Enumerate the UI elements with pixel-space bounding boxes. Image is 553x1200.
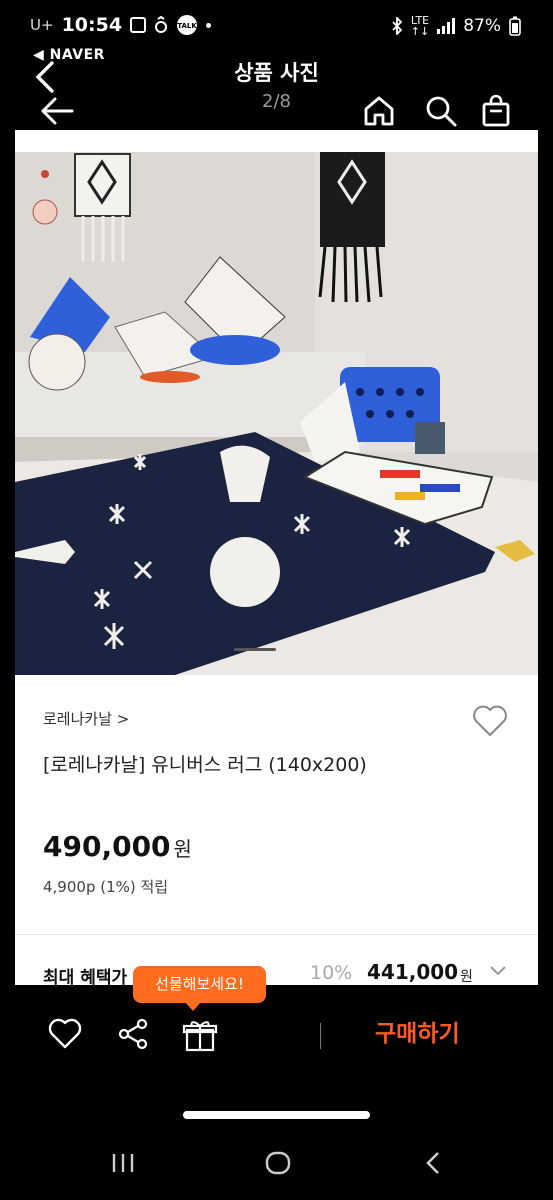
notification-icon: [130, 17, 147, 33]
price-currency: 원: [173, 837, 192, 861]
bottom-action-bar: [0, 985, 553, 1090]
price-row: 490,000 원: [43, 830, 192, 863]
home-button-icon[interactable]: [264, 1150, 292, 1176]
home-indicator[interactable]: [183, 1111, 370, 1119]
benefit-price: 441,000: [367, 960, 459, 984]
back-arrow-icon[interactable]: [38, 94, 76, 128]
benefit-discount-percent: 10%: [310, 962, 353, 984]
reward-points: 4,900p (1%) 적립: [43, 878, 169, 896]
bar-divider: [320, 1023, 321, 1049]
lte-indicator: LTE ↑↓: [410, 14, 430, 38]
brand-link[interactable]: 로레나카날 >: [43, 708, 129, 729]
max-benefit-label[interactable]: 최대 혜택가: [43, 963, 127, 985]
wishlist-heart-icon[interactable]: [472, 704, 508, 738]
alarm-icon: [155, 16, 168, 33]
system-nav-bar: [0, 1140, 553, 1200]
shopping-bag-icon[interactable]: [480, 94, 512, 128]
bluetooth-icon: [392, 17, 403, 35]
search-icon[interactable]: [424, 94, 458, 128]
signal-icon: [437, 18, 456, 34]
home-icon[interactable]: [362, 94, 396, 128]
gift-tooltip: 선물해보세요!: [133, 966, 266, 1011]
section-divider: [15, 934, 538, 935]
status-bar: U+ 10:54 TALK LTE ↑↓ 87%: [0, 0, 553, 50]
product-panel: 로레나카날 > [로레나카날] 유니버스 러그 (140x200) 490,00…: [15, 130, 538, 985]
app-header: [0, 90, 553, 132]
talk-icon: TALK: [177, 15, 197, 35]
share-icon[interactable]: [116, 1018, 150, 1050]
recent-apps-icon[interactable]: [110, 1150, 136, 1176]
clock: 10:54: [61, 14, 123, 36]
more-notifications-dot: [206, 22, 212, 28]
buy-button[interactable]: 구매하기: [375, 1014, 460, 1048]
product-photo[interactable]: [15, 152, 538, 675]
chevron-down-icon[interactable]: [489, 965, 507, 977]
carrier-label: U+: [30, 16, 54, 34]
svg-text:TALK: TALK: [177, 22, 197, 30]
product-title: [로레나카날] 유니버스 러그 (140x200): [43, 754, 367, 776]
like-heart-icon[interactable]: [48, 1018, 82, 1050]
viewer-title: 상품 사진: [234, 61, 319, 85]
photo-page-indicator: [234, 648, 276, 651]
back-button-icon[interactable]: [422, 1150, 444, 1176]
battery-icon: [509, 16, 521, 36]
benefit-currency: 원: [460, 969, 473, 985]
product-price: 490,000: [43, 830, 171, 863]
battery-percent: 87%: [463, 16, 501, 36]
gift-icon[interactable]: [182, 1018, 218, 1052]
